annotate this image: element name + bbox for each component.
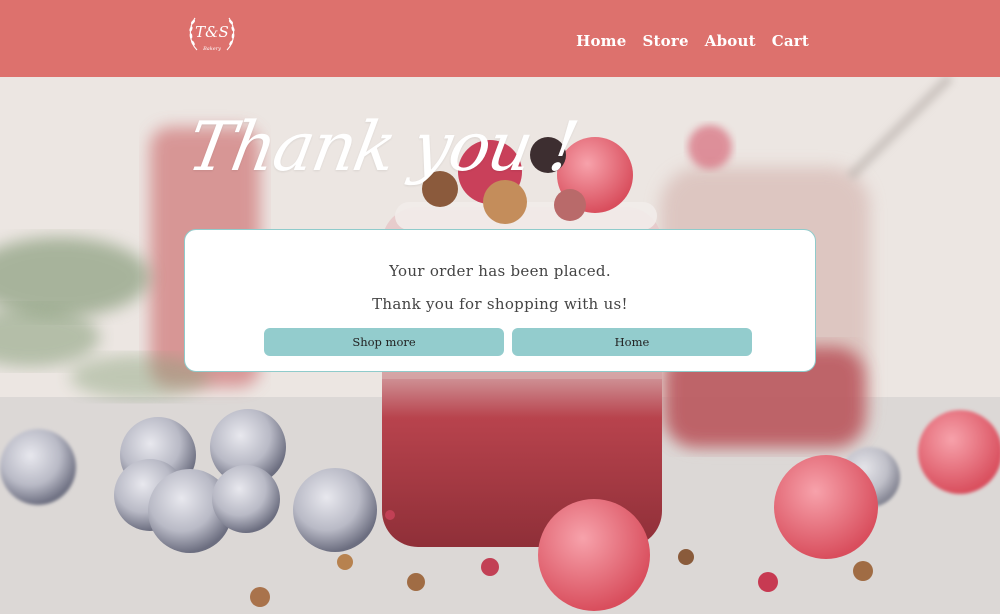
nav-about[interactable]: About: [705, 32, 756, 50]
thank-you-heading: Thank you !: [182, 108, 583, 187]
nav-cart[interactable]: Cart: [772, 32, 809, 50]
nav-store[interactable]: Store: [643, 32, 689, 50]
main-nav: Home Store About Cart: [560, 32, 809, 50]
laurel-logo-icon: T&S Bakery: [189, 17, 235, 52]
thank-you-message: Thank you for shopping with us!: [372, 295, 628, 313]
order-confirmation-card: Your order has been placed. Thank you fo…: [184, 229, 816, 372]
nav-home[interactable]: Home: [576, 32, 626, 50]
shop-more-button[interactable]: Shop more: [264, 328, 504, 356]
svg-text:Bakery: Bakery: [202, 46, 221, 52]
page: T&S Bakery Home Store About Cart Thank y…: [0, 0, 1000, 614]
site-header: T&S Bakery Home Store About Cart: [0, 0, 1000, 77]
order-placed-message: Your order has been placed.: [389, 262, 611, 280]
home-button[interactable]: Home: [512, 328, 752, 356]
svg-text:T&S: T&S: [195, 23, 229, 41]
brand-logo[interactable]: T&S Bakery: [183, 6, 241, 60]
